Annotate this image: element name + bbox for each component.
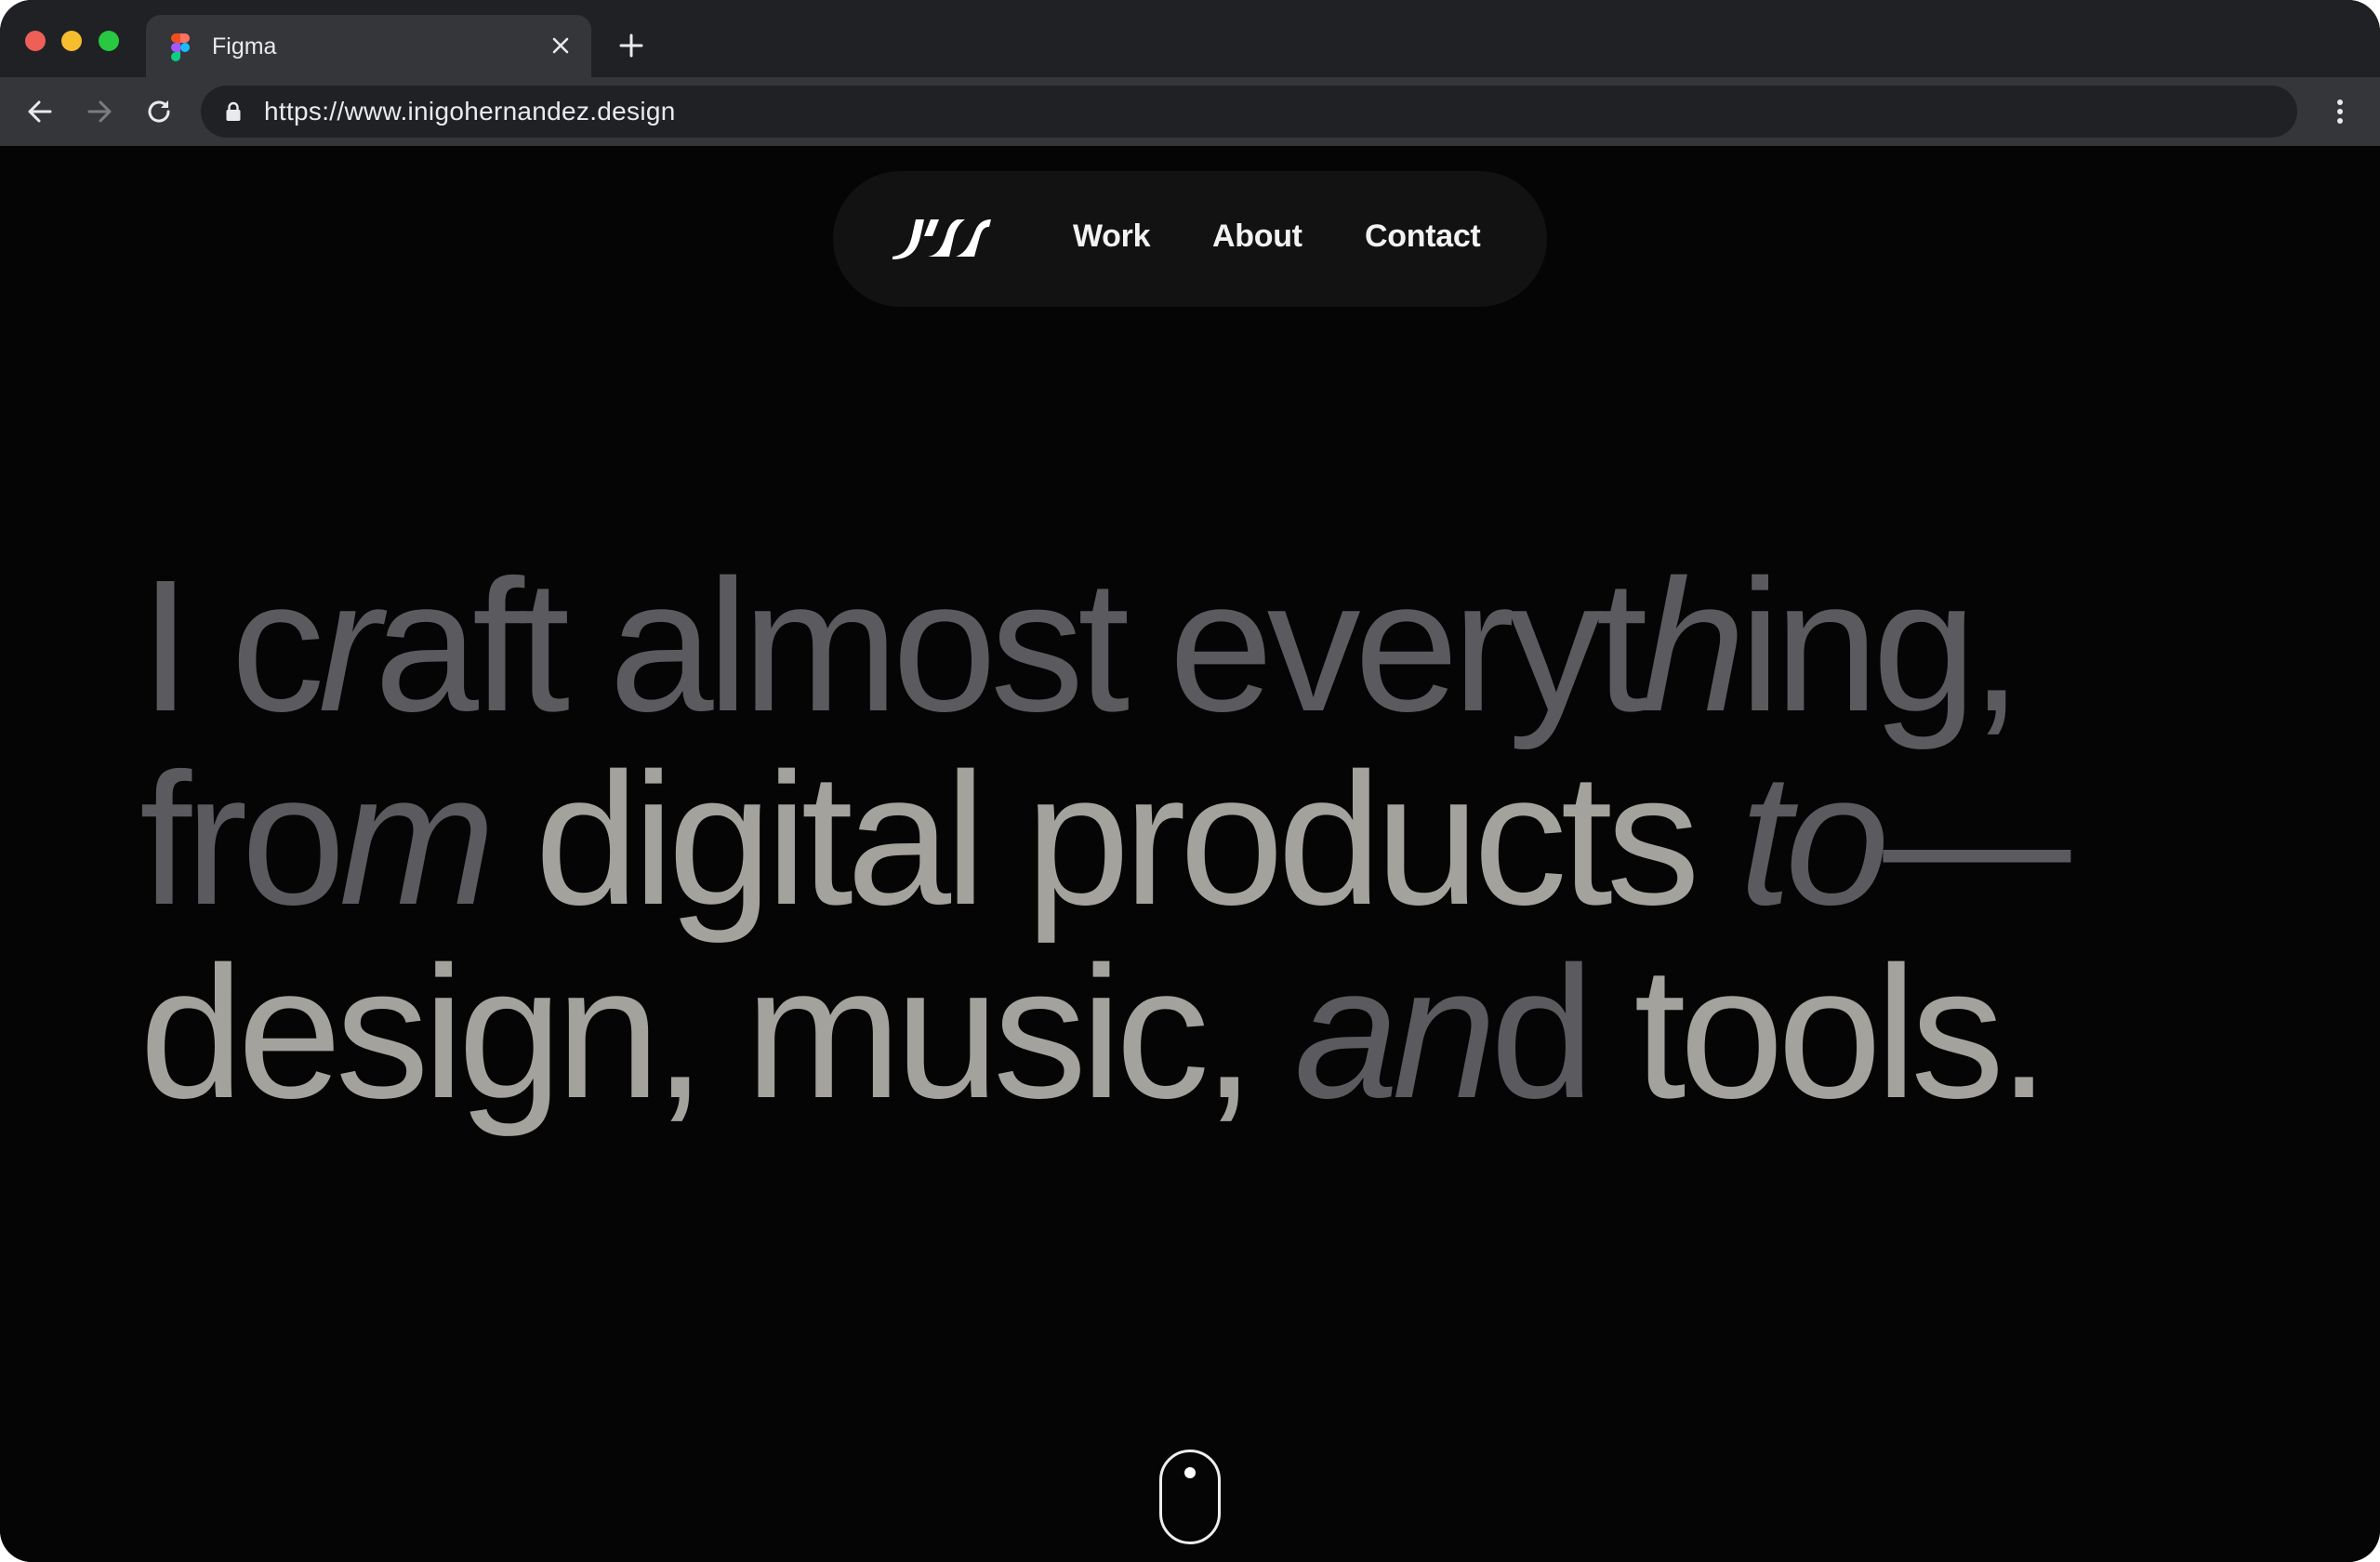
window-minimize-button[interactable] [61,31,82,51]
hero-text-segment: to [1739,734,1889,944]
hero-text-segment: I [139,540,231,750]
hero-text-segment: digital products [489,734,1739,944]
reload-icon[interactable] [141,94,177,129]
more-vertical-icon[interactable] [2322,94,2358,129]
mouse-scroll-icon[interactable] [1159,1449,1221,1544]
plus-icon[interactable] [617,32,645,60]
ih-logo[interactable] [891,214,993,260]
scroll-wheel-dot [1184,1467,1196,1478]
hero-text-segment: n [1392,927,1497,1137]
hero-text-segment: tools. [1588,927,2050,1137]
hero-text-segment: aft almost everyt [374,540,1648,750]
hero-headline: I craft almost everything, from digital … [139,549,2278,1129]
site-nav: Work About Contact [833,171,1547,307]
lock-icon [226,101,241,121]
browser-toolbar: https://www.inigohernandez.design [0,77,2380,146]
hero-line-3: design, music, and tools. [139,935,2278,1129]
hero-text-segment: design, music, [139,927,1295,1137]
browser-window: Figma https://www.inigohernandez.design [0,0,2380,1562]
hero-text-segment: m [338,734,496,944]
hero-text-segment: c [231,540,324,750]
address-bar[interactable]: https://www.inigohernandez.design [201,86,2297,138]
window-maximize-button[interactable] [99,31,119,51]
close-icon[interactable] [547,32,575,60]
nav-link-about[interactable]: About [1212,217,1302,256]
nav-link-contact[interactable]: Contact [1365,217,1481,256]
hero-text-segment: d [1489,927,1594,1137]
browser-tab[interactable]: Figma [146,15,591,77]
hero-line-1: I craft almost everything, [139,549,2278,742]
page-viewport: Work About Contact I craft almost everyt… [0,146,2380,1562]
arrow-left-icon[interactable] [22,94,58,129]
figma-icon [171,33,190,61]
hero-text-segment: a [1294,927,1398,1137]
hero-line-2: from digital products to— [139,742,2278,935]
tab-title: Figma [212,33,277,60]
hero-text-segment: — [1883,734,2070,944]
hero-text-segment: ing, [1739,540,2023,750]
url-text: https://www.inigohernandez.design [264,97,676,126]
nav-link-work[interactable]: Work [1073,217,1150,256]
hero-text-segment: fro [139,734,346,944]
arrow-right-icon[interactable] [82,94,117,129]
window-close-button[interactable] [25,31,46,51]
hero-text-segment: r [318,540,380,750]
tab-bar: Figma [0,0,2380,77]
hero-text-segment: h [1641,540,1745,750]
